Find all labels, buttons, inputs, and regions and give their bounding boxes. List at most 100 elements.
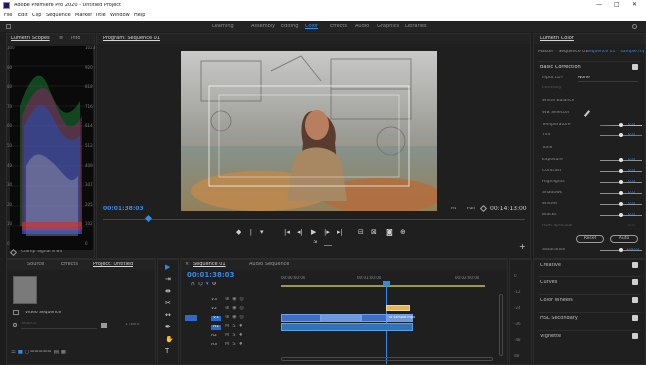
curves-header[interactable]: Curves <box>538 276 641 287</box>
ripple-edit-tool-icon[interactable]: ⇼ <box>165 288 171 295</box>
menu-clip[interactable]: Clip <box>32 13 41 18</box>
pen-tool-icon[interactable]: ✒ <box>165 324 171 331</box>
step-back-icon[interactable]: ◂| <box>297 229 303 236</box>
menu-window[interactable]: Window <box>110 13 130 18</box>
razor-tool-icon[interactable]: ✂ <box>165 300 171 307</box>
tab-audio-sequence[interactable]: Audio Sequence <box>249 262 289 267</box>
exposure-knob[interactable] <box>619 158 623 162</box>
saturation-value[interactable]: 100.0 <box>626 248 639 253</box>
go-to-in-icon[interactable]: |◂ <box>284 229 290 236</box>
minimize-button[interactable]: — <box>596 2 602 8</box>
contrast-knob[interactable] <box>619 169 623 173</box>
type-tool-icon[interactable]: T <box>165 348 169 355</box>
project-item-label[interactable]: Video Sequence <box>25 311 61 316</box>
menu-title[interactable]: Title <box>95 13 106 18</box>
clip-selector-sequence[interactable]: Sequence 01 * sample.mp4 <box>586 50 644 55</box>
timeline-settings-icon[interactable]: ⚙ <box>212 282 220 287</box>
settings-wrench-icon[interactable] <box>479 204 488 213</box>
vignette-checkbox[interactable] <box>632 333 638 339</box>
basic-correction-header[interactable]: Basic Correction <box>538 61 641 72</box>
menu-sequence[interactable]: Sequence <box>46 13 71 18</box>
vignette-header[interactable]: Vignette <box>538 330 641 341</box>
sort-icon[interactable]: ▤ <box>54 350 59 355</box>
compare-toggle-icon[interactable] <box>324 241 332 246</box>
temperature-value[interactable]: 0.0 <box>628 123 635 128</box>
menu-help[interactable]: Help <box>134 13 145 18</box>
source-patch-v1[interactable] <box>185 315 197 321</box>
whites-value[interactable]: 0.0 <box>628 202 635 207</box>
timeline-timecode[interactable]: 00:01:38:03 <box>187 272 234 279</box>
workspace-graphics[interactable]: Graphics <box>377 24 399 29</box>
timeline-ruler[interactable]: 00:00:00:00 00:01:00:00 00:02:00:00 <box>279 270 505 292</box>
basic-correction-checkbox[interactable] <box>632 64 638 70</box>
zoom-slider-icon[interactable]: ○━━━━━ <box>25 350 52 355</box>
snap-icon[interactable]: ∩ <box>191 282 198 287</box>
track-v1[interactable]: V1 ⊕◉◎ <box>181 314 279 322</box>
selection-tool-icon[interactable]: ▶ <box>165 264 170 271</box>
shadows-knob[interactable] <box>619 191 623 195</box>
timeline-v-scrollbar[interactable] <box>499 294 503 356</box>
mark-out-icon[interactable]: ❘ <box>248 229 254 236</box>
workspace-editing[interactable]: Editing <box>281 24 298 29</box>
clip-selector-master[interactable]: Master * Sequence 01 <box>538 50 588 55</box>
project-search-input[interactable]: Search <box>21 322 97 329</box>
clamp-signal-label[interactable]: Clamp Signal 8 Bit <box>21 250 62 255</box>
input-lut-dropdown[interactable]: None <box>578 76 638 82</box>
mark-in-icon[interactable]: ◆ <box>236 229 241 236</box>
track-v3-icons[interactable]: ⊕◉◎ <box>225 297 247 302</box>
hsl-secondary-header[interactable]: HSL Secondary <box>538 312 641 323</box>
button-editor-icon[interactable]: ⊕ <box>400 229 406 236</box>
audio-clip-1[interactable] <box>281 323 413 331</box>
track-select-tool-icon[interactable]: ⇥ <box>165 276 171 283</box>
video-clip-2[interactable] <box>321 314 361 322</box>
tab-effects[interactable]: Effects <box>61 262 78 267</box>
menu-edit[interactable]: Edit <box>18 13 28 18</box>
track-a3-icons[interactable]: MS♦ <box>225 342 246 347</box>
maximize-button[interactable]: □ <box>614 2 620 8</box>
track-v1-icons[interactable]: ⊕◉◎ <box>225 315 247 320</box>
program-scrubber[interactable] <box>103 219 525 220</box>
tab-lumetri-scopes[interactable]: Lumetri Scopes <box>11 36 50 41</box>
step-forward-icon[interactable]: |▸ <box>324 229 330 236</box>
blacks-knob[interactable] <box>619 213 623 217</box>
linked-selection-icon[interactable]: ⌬ <box>198 282 206 287</box>
auto-button[interactable]: Auto <box>610 235 638 243</box>
tab-source[interactable]: Source <box>27 262 44 267</box>
panel-menu-icon[interactable]: ≡ <box>59 36 63 41</box>
workspace-libraries[interactable]: Libraries <box>405 24 427 29</box>
list-view-icon[interactable] <box>13 310 19 315</box>
workspace-assembly[interactable]: Assembly <box>251 24 275 29</box>
new-bin-icon[interactable] <box>101 323 107 328</box>
workspace-learning[interactable]: Learning <box>212 24 234 29</box>
video-clip-3[interactable] <box>361 314 387 322</box>
close-button[interactable]: ✕ <box>632 2 637 8</box>
color-wheels-checkbox[interactable] <box>632 297 638 303</box>
blacks-value[interactable]: 0.0 <box>628 213 635 218</box>
track-a1[interactable]: A1 MS♦ <box>181 323 279 331</box>
timeline-h-scrollbar[interactable] <box>281 357 493 361</box>
icon-view-icon[interactable]: ■ <box>18 350 23 355</box>
exposure-value[interactable]: 0.0 <box>628 158 635 163</box>
eyedropper-icon[interactable] <box>583 110 591 117</box>
creative-header[interactable]: Creative <box>538 260 641 271</box>
search-icon[interactable] <box>13 323 17 327</box>
track-a3[interactable]: A3 MS♦ <box>181 341 279 349</box>
new-item-icon[interactable]: ▦ <box>61 350 66 355</box>
color-wheels-header[interactable]: Color Wheels <box>538 294 641 305</box>
project-thumbnail[interactable] <box>13 276 37 304</box>
track-v3[interactable]: V3 ⊕◉◎ <box>181 296 279 304</box>
tab-program[interactable]: Program: Sequence 01 <box>103 36 160 41</box>
track-a2[interactable]: A2 MS♦ <box>181 332 279 340</box>
whites-knob[interactable] <box>619 202 623 206</box>
track-a2-icons[interactable]: MS♦ <box>225 333 246 338</box>
home-icon[interactable] <box>6 24 11 29</box>
go-to-out-icon[interactable]: ▸| <box>337 229 343 236</box>
workspace-effects[interactable]: Effects <box>330 24 347 29</box>
highlights-knob[interactable] <box>619 180 623 184</box>
quality-dropdown[interactable]: Full <box>467 207 475 212</box>
video-clip-1[interactable] <box>281 314 321 322</box>
tab-lumetri-color[interactable]: Lumetri Color <box>540 36 574 41</box>
track-a1-icons[interactable]: MS♦ <box>225 324 246 329</box>
list-icon[interactable]: ☰ <box>11 350 16 355</box>
curves-checkbox[interactable] <box>632 279 638 285</box>
